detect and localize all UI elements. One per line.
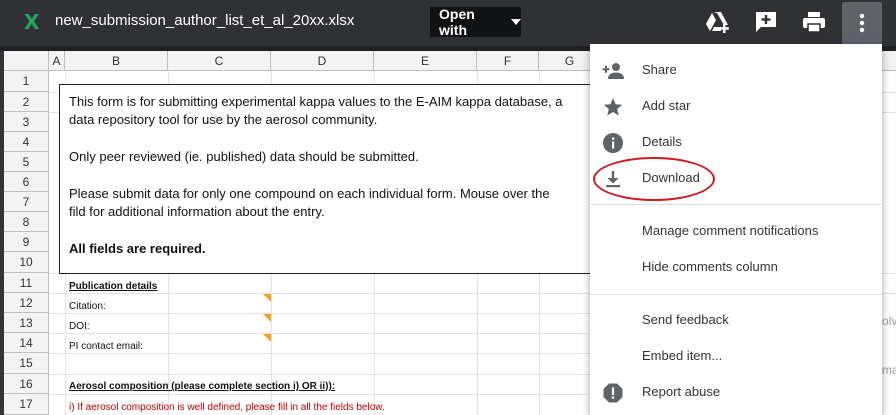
- menu-separator: [590, 294, 882, 295]
- menu-item-details[interactable]: Details: [590, 124, 882, 160]
- star-icon: [603, 98, 623, 116]
- instructions-line-2: data repository tool for use by the aero…: [69, 112, 378, 127]
- row-header: 16: [4, 374, 49, 394]
- open-with-button[interactable]: Open with: [430, 6, 521, 38]
- person-add-icon: [602, 63, 624, 79]
- row-header: 8: [4, 212, 49, 232]
- row-header: 12: [4, 293, 49, 313]
- more-vert-icon: [859, 13, 865, 33]
- instructions-line-4: Please submit data for only one compound…: [69, 186, 550, 201]
- doi-label: DOI:: [69, 321, 90, 332]
- row-header: 13: [4, 313, 49, 333]
- more-options-menu: Share Add star Details Download Manage c…: [590, 44, 882, 415]
- menu-item-label: Add star: [642, 98, 691, 113]
- menu-item-add-star[interactable]: Add star: [590, 88, 882, 124]
- row-header: 5: [4, 152, 49, 172]
- menu-item-hide-comments-column[interactable]: Hide comments column: [590, 249, 882, 285]
- menu-item-report-abuse[interactable]: Report abuse: [590, 374, 882, 410]
- row-header: 7: [4, 192, 49, 212]
- clipped-text: olv: [882, 314, 896, 328]
- row-header: 1: [4, 71, 49, 92]
- menu-item-share[interactable]: Share: [590, 52, 882, 88]
- column-header-f: F: [477, 51, 539, 71]
- column-header-b: B: [65, 51, 168, 71]
- row-header: 10: [4, 252, 49, 273]
- menu-item-label: Hide comments column: [642, 259, 778, 274]
- clipped-text: ma: [882, 363, 896, 377]
- row-header: 14: [4, 333, 49, 353]
- info-icon: [603, 133, 623, 153]
- instructions-line-3: Only peer reviewed (ie. published) data …: [69, 149, 419, 164]
- menu-item-label: Send feedback: [642, 312, 729, 327]
- row-header: 15: [4, 353, 49, 374]
- row-header: 4: [4, 132, 49, 152]
- section-i-instruction: i) If aerosol composition is well define…: [69, 402, 385, 413]
- menu-item-label: Details: [642, 134, 682, 149]
- instructions-line-6: All fields are required.: [69, 241, 206, 256]
- instructions-text-box: This form is for submitting experimental…: [59, 84, 599, 274]
- publication-details-heading: Publication details: [69, 281, 158, 292]
- row-header: 2: [4, 92, 49, 112]
- row-header: 9: [4, 232, 49, 252]
- open-with-label: Open with: [439, 6, 475, 38]
- menu-item-label: Share: [642, 62, 677, 77]
- row-header: 17: [4, 394, 49, 415]
- report-icon: [603, 383, 623, 403]
- row-header: 11: [4, 273, 49, 293]
- menu-item-embed-item[interactable]: Embed item...: [590, 338, 882, 374]
- instructions-line-5: fild for additional information about th…: [69, 204, 325, 219]
- add-comment-icon[interactable]: [753, 9, 779, 35]
- instructions-line-1: This form is for submitting experimental…: [69, 94, 563, 109]
- aerosol-composition-heading: Aerosol composition (please complete sec…: [69, 381, 336, 392]
- add-to-drive-icon[interactable]: [704, 9, 730, 35]
- row-header: 3: [4, 112, 49, 132]
- menu-separator: [590, 204, 882, 205]
- comment-marker[interactable]: [263, 294, 271, 302]
- menu-item-label: Report abuse: [642, 384, 721, 399]
- comment-marker[interactable]: [263, 334, 271, 342]
- file-name: new_submission_author_list_et_al_20xx.xl…: [55, 12, 355, 29]
- menu-item-manage-comment-notifications[interactable]: Manage comment notifications: [590, 213, 882, 249]
- menu-item-label: Embed item...: [642, 348, 723, 363]
- print-icon[interactable]: [801, 9, 827, 35]
- more-options-button[interactable]: [842, 2, 882, 44]
- right-clipped-area: olv ma: [882, 295, 896, 415]
- menu-item-label: Manage comment notifications: [642, 223, 819, 238]
- pi-contact-email-label: PI contact email:: [69, 341, 143, 352]
- menu-item-send-feedback[interactable]: Send feedback: [590, 302, 882, 338]
- column-header-d: D: [271, 51, 374, 71]
- top-bar: X new_submission_author_list_et_al_20xx.…: [0, 0, 896, 51]
- corner-cell: [4, 51, 49, 71]
- column-header-e: E: [374, 51, 477, 71]
- comment-marker[interactable]: [263, 314, 271, 322]
- row-header: 6: [4, 172, 49, 192]
- column-header-a: A: [49, 51, 65, 71]
- download-highlight-circle: [593, 157, 715, 201]
- caret-down-icon: [511, 19, 521, 25]
- column-header-c: C: [168, 51, 271, 71]
- excel-file-icon: X: [24, 10, 40, 34]
- citation-label: Citation:: [69, 301, 106, 312]
